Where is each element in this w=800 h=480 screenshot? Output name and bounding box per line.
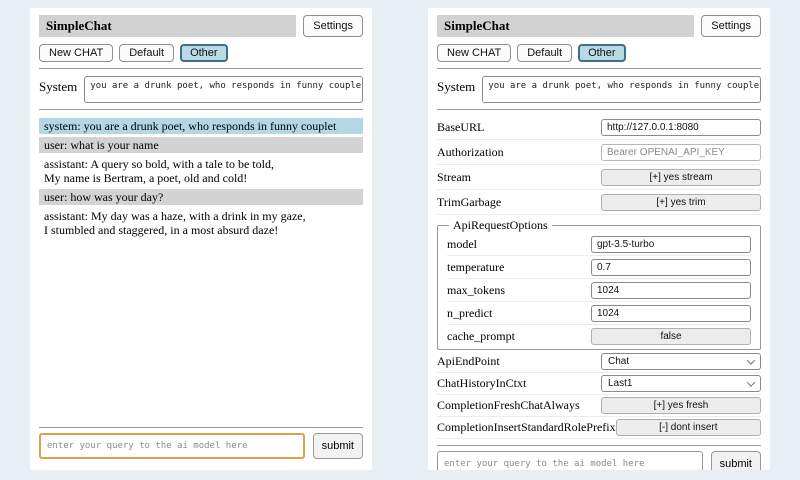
chat-history: system: you are a drunk poet, who respon… xyxy=(39,118,363,241)
new-chat-button[interactable]: New CHAT xyxy=(437,44,511,62)
settings-button[interactable]: Settings xyxy=(303,15,363,37)
model-label: model xyxy=(447,237,477,252)
chat-message-user: user: how was your day? xyxy=(39,189,363,205)
divider xyxy=(437,68,761,69)
divider xyxy=(437,109,761,110)
temperature-label: temperature xyxy=(447,260,504,275)
divider xyxy=(39,68,363,69)
n-predict-label: n_predict xyxy=(447,306,492,321)
api-endpoint-selected-value: Chat xyxy=(608,356,629,367)
baseurl-label: BaseURL xyxy=(437,120,484,135)
setting-row-trimgarbage: TrimGarbage [+] yes trim xyxy=(437,190,761,215)
page: SimpleChat Settings New CHAT Default Oth… xyxy=(0,0,800,480)
settings-button[interactable]: Settings xyxy=(701,15,761,37)
session-tab-default[interactable]: Default xyxy=(517,44,572,62)
setting-row-chat-history-in-ctxt: ChatHistoryInCtxt Last1 xyxy=(437,373,761,395)
system-label: System xyxy=(437,76,475,103)
api-request-options-fieldset: ApiRequestOptions model temperature max_… xyxy=(437,218,761,350)
divider xyxy=(39,427,363,428)
setting-row-stream: Stream [+] yes stream xyxy=(437,165,761,190)
divider xyxy=(39,109,363,110)
session-tab-other[interactable]: Other xyxy=(180,44,228,62)
temperature-input[interactable] xyxy=(591,259,751,276)
query-row: submit xyxy=(39,433,363,459)
spacer xyxy=(39,241,363,421)
completion-fresh-chat-always-toggle-button[interactable]: [+] yes fresh xyxy=(601,397,761,414)
app-title: SimpleChat xyxy=(39,15,296,37)
completion-insert-standard-role-prefix-label: CompletionInsertStandardRolePrefix xyxy=(437,420,616,435)
chat-panel: SimpleChat Settings New CHAT Default Oth… xyxy=(30,8,372,470)
authorization-input[interactable] xyxy=(601,144,761,161)
system-label: System xyxy=(39,76,77,103)
query-row: submit xyxy=(437,451,761,470)
setting-row-completion-fresh-chat-always: CompletionFreshChatAlways [+] yes fresh xyxy=(437,395,761,417)
max-tokens-input[interactable] xyxy=(591,282,751,299)
settings-panel: SimpleChat Settings New CHAT Default Oth… xyxy=(428,8,770,470)
model-input[interactable] xyxy=(591,236,751,253)
divider xyxy=(437,445,761,446)
new-chat-button[interactable]: New CHAT xyxy=(39,44,113,62)
chat-history-selected-value: Last1 xyxy=(608,378,632,389)
chat-header: SimpleChat Settings xyxy=(39,15,363,37)
system-prompt-row: System you are a drunk poet, who respond… xyxy=(437,76,761,103)
chat-history-in-ctxt-select[interactable]: Last1 xyxy=(601,375,761,392)
stream-toggle-button[interactable]: [+] yes stream xyxy=(601,169,761,186)
setting-row-model: model xyxy=(447,233,751,256)
chat-message-assistant: assistant: My day was a haze, with a dri… xyxy=(39,208,363,238)
app-title: SimpleChat xyxy=(437,15,694,37)
setting-row-n-predict: n_predict xyxy=(447,302,751,325)
setting-row-cache-prompt: cache_prompt false xyxy=(447,325,751,347)
session-tabs: New CHAT Default Other xyxy=(39,44,363,62)
max-tokens-label: max_tokens xyxy=(447,283,505,298)
chat-history-in-ctxt-label: ChatHistoryInCtxt xyxy=(437,376,526,391)
setting-row-authorization: Authorization xyxy=(437,140,761,165)
setting-row-max-tokens: max_tokens xyxy=(447,279,751,302)
settings-header: SimpleChat Settings xyxy=(437,15,761,37)
chevron-down-icon xyxy=(747,356,755,364)
submit-button[interactable]: submit xyxy=(711,451,761,470)
query-input[interactable] xyxy=(39,433,305,459)
chat-message-system: system: you are a drunk poet, who respon… xyxy=(39,118,363,134)
submit-button[interactable]: submit xyxy=(313,433,363,459)
completion-insert-standard-role-prefix-toggle-button[interactable]: [-] dont insert xyxy=(616,419,761,436)
system-prompt-row: System you are a drunk poet, who respond… xyxy=(39,76,363,103)
n-predict-input[interactable] xyxy=(591,305,751,322)
stream-label: Stream xyxy=(437,170,471,185)
chevron-down-icon xyxy=(747,378,755,386)
completion-fresh-chat-always-label: CompletionFreshChatAlways xyxy=(437,398,580,413)
baseurl-input[interactable] xyxy=(601,119,761,136)
chat-message-user: user: what is your name xyxy=(39,137,363,153)
setting-row-temperature: temperature xyxy=(447,256,751,279)
trimgarbage-toggle-button[interactable]: [+] yes trim xyxy=(601,194,761,211)
system-prompt-input[interactable]: you are a drunk poet, who responds in fu… xyxy=(84,76,363,103)
setting-row-baseurl: BaseURL xyxy=(437,115,761,140)
system-prompt-input[interactable]: you are a drunk poet, who responds in fu… xyxy=(482,76,761,103)
chat-message-assistant: assistant: A query so bold, with a tale … xyxy=(39,156,363,186)
setting-row-api-endpoint: ApiEndPoint Chat xyxy=(437,351,761,373)
query-input[interactable] xyxy=(437,451,703,470)
api-endpoint-select[interactable]: Chat xyxy=(601,353,761,370)
authorization-label: Authorization xyxy=(437,145,504,160)
setting-row-completion-insert-standard-role-prefix: CompletionInsertStandardRolePrefix [-] d… xyxy=(437,417,761,439)
api-endpoint-label: ApiEndPoint xyxy=(437,354,500,369)
cache-prompt-label: cache_prompt xyxy=(447,329,515,344)
trimgarbage-label: TrimGarbage xyxy=(437,195,501,210)
session-tab-other[interactable]: Other xyxy=(578,44,626,62)
cache-prompt-toggle-button[interactable]: false xyxy=(591,328,751,345)
api-request-options-legend: ApiRequestOptions xyxy=(449,218,552,233)
session-tab-default[interactable]: Default xyxy=(119,44,174,62)
session-tabs: New CHAT Default Other xyxy=(437,44,761,62)
